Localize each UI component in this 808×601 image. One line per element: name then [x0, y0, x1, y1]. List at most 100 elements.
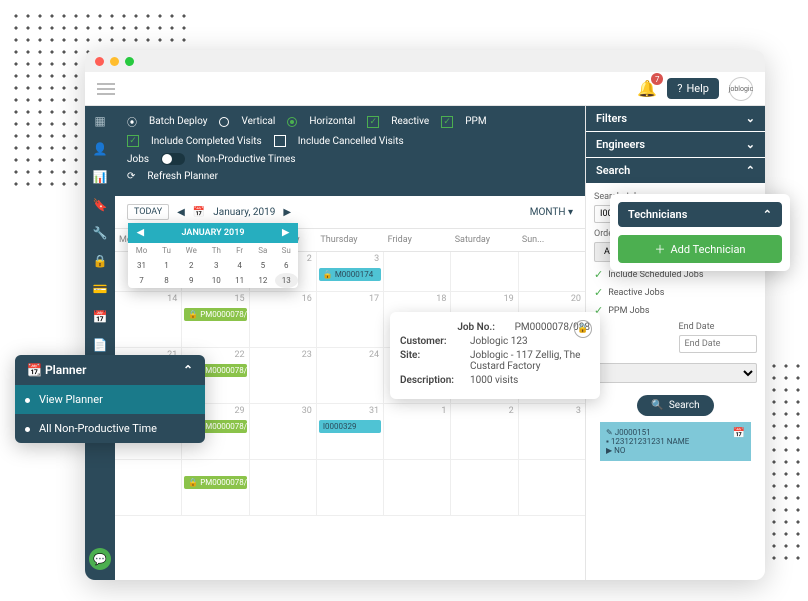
vertical-radio[interactable]: [219, 117, 229, 127]
menu-icon[interactable]: [97, 83, 115, 95]
end-date-input[interactable]: [679, 335, 758, 353]
day-cell[interactable]: [451, 252, 518, 291]
prev-month-icon[interactable]: ◀: [177, 207, 185, 218]
view-selector[interactable]: MONTH: [530, 207, 566, 218]
batch-deploy-icon[interactable]: ⦿: [127, 114, 137, 129]
day-cell[interactable]: 16: [250, 292, 317, 347]
chat-button[interactable]: 💬: [89, 548, 111, 570]
sidebar-nav: ▦ 👤 📊 🔖 🔧 🔒 💳 📅 📄 ↗ ⋯ 💬: [85, 106, 115, 580]
dp-day[interactable]: 31: [128, 258, 155, 273]
notification-bell-icon[interactable]: 🔔7: [637, 79, 657, 98]
day-cell[interactable]: 14: [115, 292, 182, 347]
day-cell[interactable]: 2: [451, 404, 518, 459]
card-icon[interactable]: 💳: [93, 282, 108, 296]
dp-day[interactable]: 9: [178, 273, 205, 288]
close-window-icon[interactable]: [95, 57, 104, 66]
dp-day[interactable]: 6: [275, 258, 298, 273]
search-result-card[interactable]: 📅 ✎ J0000151 ▪ 123121231231 NAME ▶ NO: [600, 422, 751, 461]
calendar-small-icon[interactable]: 📅: [193, 207, 205, 218]
day-cell[interactable]: 3: [519, 404, 585, 459]
prev-month-arrow[interactable]: ◀: [133, 228, 148, 238]
day-cell[interactable]: 1: [384, 404, 451, 459]
dp-day[interactable]: 8: [155, 273, 178, 288]
all-nonproductive-item[interactable]: All Non-Productive Time: [15, 414, 205, 443]
user-icon[interactable]: 👤: [93, 142, 108, 156]
day-cell[interactable]: 24: [317, 348, 384, 403]
day-cell[interactable]: 🔒PM0000078/051: [182, 460, 249, 515]
minimize-window-icon[interactable]: [110, 57, 119, 66]
ppm-checkbox[interactable]: ✓: [441, 116, 453, 128]
search-icon: 🔍: [651, 400, 663, 411]
batch-deploy-label: Batch Deploy: [149, 116, 207, 127]
dp-day[interactable]: 3: [205, 258, 228, 273]
day-cell[interactable]: [384, 460, 451, 515]
dp-day[interactable]: 11: [228, 273, 251, 288]
dp-day[interactable]: 7: [128, 273, 155, 288]
jobs-toggle[interactable]: [161, 153, 185, 165]
search-button[interactable]: 🔍Search: [637, 395, 713, 416]
dp-day[interactable]: 4: [228, 258, 251, 273]
include-completed-checkbox[interactable]: ✓: [127, 135, 139, 147]
extra-select[interactable]: [594, 363, 757, 383]
calendar-event[interactable]: 🔒M0000174: [319, 268, 381, 281]
window-titlebar: [85, 50, 765, 72]
day-cell[interactable]: [519, 252, 585, 291]
planner-popover: 📆 Planner⌃ View Planner All Non-Producti…: [15, 355, 205, 443]
chevron-down-icon: ⌄: [746, 112, 755, 125]
next-month-arrow[interactable]: ▶: [278, 228, 293, 238]
dp-day[interactable]: 5: [251, 258, 274, 273]
day-cell[interactable]: 17: [317, 292, 384, 347]
add-technician-button[interactable]: ＋Add Technician: [618, 235, 782, 263]
dp-day[interactable]: 1: [155, 258, 178, 273]
day-cell[interactable]: 15🔒PM0000078/048: [182, 292, 249, 347]
day-cell[interactable]: 3🔒M0000174: [317, 252, 384, 291]
chevron-down-icon: ⌄: [746, 138, 755, 151]
reactive-jobs-checkbox[interactable]: ✓: [594, 286, 603, 299]
horizontal-radio[interactable]: [287, 117, 297, 127]
day-cell[interactable]: 31I0000329: [317, 404, 384, 459]
reactive-checkbox[interactable]: ✓: [367, 116, 379, 128]
refresh-planner-button[interactable]: Refresh Planner: [147, 171, 218, 182]
maximize-window-icon[interactable]: [125, 57, 134, 66]
document-icon[interactable]: 📄: [93, 338, 108, 352]
help-icon: ?: [677, 82, 682, 95]
brand-logo[interactable]: joblogic: [729, 77, 753, 101]
day-cell[interactable]: [317, 460, 384, 515]
datepicker-title: JANUARY 2019: [182, 228, 245, 238]
tag-icon[interactable]: 🔖: [93, 198, 108, 212]
dp-day[interactable]: 12: [251, 273, 274, 288]
next-month-icon[interactable]: ▶: [283, 207, 291, 218]
dp-day[interactable]: 10: [205, 273, 228, 288]
include-cancelled-checkbox[interactable]: ✓: [274, 135, 286, 147]
day-cell[interactable]: 23: [250, 348, 317, 403]
calendar-event[interactable]: 🔒PM0000078/048: [184, 308, 246, 321]
dp-day[interactable]: 2: [178, 258, 205, 273]
day-cell[interactable]: [115, 460, 182, 515]
refresh-icon[interactable]: ⟳: [127, 171, 135, 182]
day-cell[interactable]: [384, 252, 451, 291]
help-button[interactable]: ?Help: [667, 78, 719, 99]
include-scheduled-checkbox[interactable]: ✓: [594, 268, 603, 281]
day-cell[interactable]: [519, 460, 585, 515]
day-cell[interactable]: [451, 460, 518, 515]
search-accordion[interactable]: Search⌃: [586, 158, 765, 183]
planner-header[interactable]: 📆 Planner⌃: [15, 355, 205, 385]
today-button[interactable]: TODAY: [127, 204, 169, 220]
wrench-icon[interactable]: 🔧: [93, 226, 108, 240]
lock-icon[interactable]: 🔒: [93, 254, 108, 268]
dp-day-selected[interactable]: 13: [275, 273, 298, 288]
day-cell[interactable]: [250, 460, 317, 515]
dashboard-icon[interactable]: ▦: [94, 114, 105, 128]
dropdown-icon[interactable]: ▾: [568, 207, 573, 218]
filters-accordion[interactable]: Filters⌄: [586, 106, 765, 131]
calendar-event[interactable]: I0000329: [319, 420, 381, 433]
day-cell[interactable]: 30: [250, 404, 317, 459]
top-bar: 🔔7 ?Help joblogic: [85, 72, 765, 106]
calendar-icon[interactable]: 📅: [93, 310, 108, 324]
month-year-label[interactable]: January, 2019: [213, 207, 275, 218]
analytics-icon[interactable]: 📊: [93, 170, 108, 184]
calendar-event[interactable]: 🔒PM0000078/051: [184, 476, 246, 489]
view-planner-item[interactable]: View Planner: [15, 385, 205, 414]
technicians-header[interactable]: Technicians⌃: [618, 202, 782, 227]
engineers-accordion[interactable]: Engineers⌄: [586, 132, 765, 157]
